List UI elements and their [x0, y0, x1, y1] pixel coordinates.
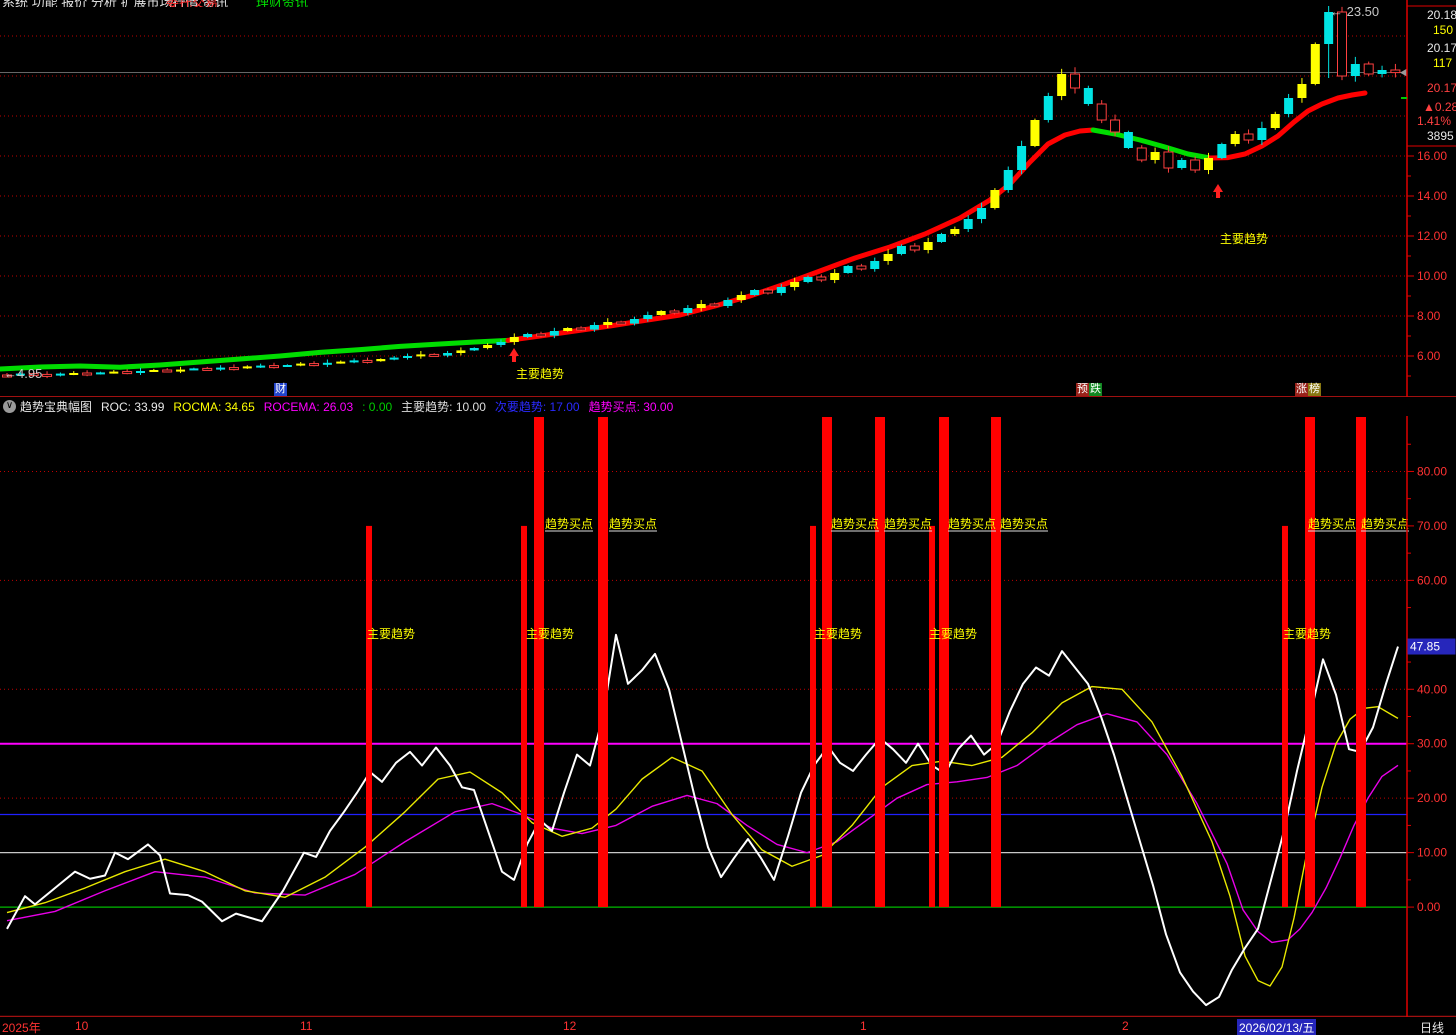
indicator-header: ∨ 趋势宝典幅图 ROC: 33.99 ROCMA: 34.65 ROCEMA: 2…	[0, 397, 1456, 416]
period-selector[interactable]: 日线	[1420, 1019, 1444, 1035]
quote-value: 20.17	[1427, 41, 1456, 55]
svg-text:60.00: 60.00	[1417, 573, 1447, 587]
event-badge[interactable]: 预跌	[1076, 383, 1102, 396]
crosshair-date-badge: 2026/02/13/五	[1237, 1019, 1317, 1035]
svg-text:← 23.50: ← 23.50	[1330, 4, 1379, 19]
svg-text:趋势买点: 趋势买点	[1000, 517, 1048, 531]
quote-value: 20.17	[1427, 81, 1456, 95]
svg-text:主要趋势: 主要趋势	[814, 627, 862, 641]
svg-text:12.00: 12.00	[1417, 229, 1447, 243]
indicator-field: 次要趋势: 17.00	[494, 400, 580, 414]
indicator-field: ROC: 33.99	[101, 400, 165, 414]
svg-text:47.85: 47.85	[1410, 640, 1440, 654]
indicator-values: ROC: 33.99 ROCMA: 34.65 ROCEMA: 26.03 : 0.0…	[101, 398, 682, 415]
svg-text:趋势买点: 趋势买点	[948, 517, 996, 531]
indicator-field: 趋势买点: 30.00	[588, 400, 674, 414]
svg-text:30.00: 30.00	[1417, 737, 1447, 751]
quote-value: 1.41%	[1417, 114, 1452, 128]
svg-text:0.00: 0.00	[1417, 900, 1441, 914]
indicator-field: ROCEMA: 26.03	[263, 400, 354, 414]
svg-text:主要趋势: 主要趋势	[1283, 627, 1331, 641]
svg-text:80.00: 80.00	[1417, 464, 1447, 478]
indicator-field: 主要趋势: 10.00	[401, 400, 486, 414]
axis-month-label: 2	[1122, 1019, 1129, 1033]
svg-text:←4.95: ←4.95	[4, 366, 42, 381]
svg-text:70.00: 70.00	[1417, 519, 1447, 533]
svg-text:趋势买点: 趋势买点	[831, 517, 879, 531]
svg-text:主要趋势: 主要趋势	[516, 367, 564, 381]
trading-terminal: 系统 功能 报价 分析 扩展市场行情 资讯委托交易理财资讯 ← 23.50←4.…	[0, 0, 1456, 1035]
svg-text:40.00: 40.00	[1417, 682, 1447, 696]
axis-year-label: 2025年	[2, 1021, 41, 1035]
svg-text:20.00: 20.00	[1417, 791, 1447, 805]
quote-value: ▲0.28	[1423, 100, 1456, 114]
quote-value: 20.18	[1427, 8, 1456, 22]
svg-text:趋势买点: 趋势买点	[884, 517, 932, 531]
event-badge[interactable]: 财	[274, 383, 287, 396]
chevron-down-icon[interactable]: ∨	[3, 400, 16, 413]
svg-text:主要趋势: 主要趋势	[1220, 232, 1268, 246]
svg-text:趋势买点: 趋势买点	[545, 517, 593, 531]
indicator-field: : 0.00	[362, 400, 393, 414]
time-axis-bar: 2025年 2026/02/13/五 日线 10 11 12 1 2	[0, 1017, 1456, 1035]
svg-text:主要趋势: 主要趋势	[367, 627, 415, 641]
event-badge[interactable]: 涨榜	[1295, 383, 1321, 396]
svg-text:10.00: 10.00	[1417, 846, 1447, 860]
quote-value: 117	[1433, 56, 1453, 70]
axis-month-label: 1	[860, 1019, 867, 1033]
quote-value: 150	[1433, 23, 1454, 37]
svg-text:10.00: 10.00	[1417, 269, 1447, 283]
svg-text:6.00: 6.00	[1417, 349, 1441, 363]
svg-text:16.00: 16.00	[1417, 149, 1447, 163]
indicator-field: ROCMA: 34.65	[173, 400, 255, 414]
svg-text:主要趋势: 主要趋势	[929, 627, 977, 641]
axis-month-label: 12	[563, 1019, 577, 1033]
svg-text:主要趋势: 主要趋势	[526, 627, 574, 641]
axis-month-label: 10	[75, 1019, 89, 1033]
quote-value: 3895	[1427, 129, 1454, 143]
chart-canvas[interactable]: ← 23.50←4.95 主要趋势主要趋势趋势买点 趋势买点 趋势买点 趋势买点 趋势买点…	[0, 0, 1456, 1035]
quote-panel[interactable]: 20.18 150 20.17 117 20.17 ▲0.28 1.41% 3895	[1408, 0, 1456, 146]
svg-text:趋势买点: 趋势买点	[609, 517, 657, 531]
svg-text:趋势买点: 趋势买点	[1361, 517, 1409, 531]
svg-text:14.00: 14.00	[1417, 189, 1447, 203]
indicator-title: 趋势宝典幅图	[20, 400, 93, 414]
axis-month-label: 11	[300, 1019, 313, 1033]
svg-text:趋势买点: 趋势买点	[1308, 517, 1356, 531]
svg-text:8.00: 8.00	[1417, 309, 1441, 323]
